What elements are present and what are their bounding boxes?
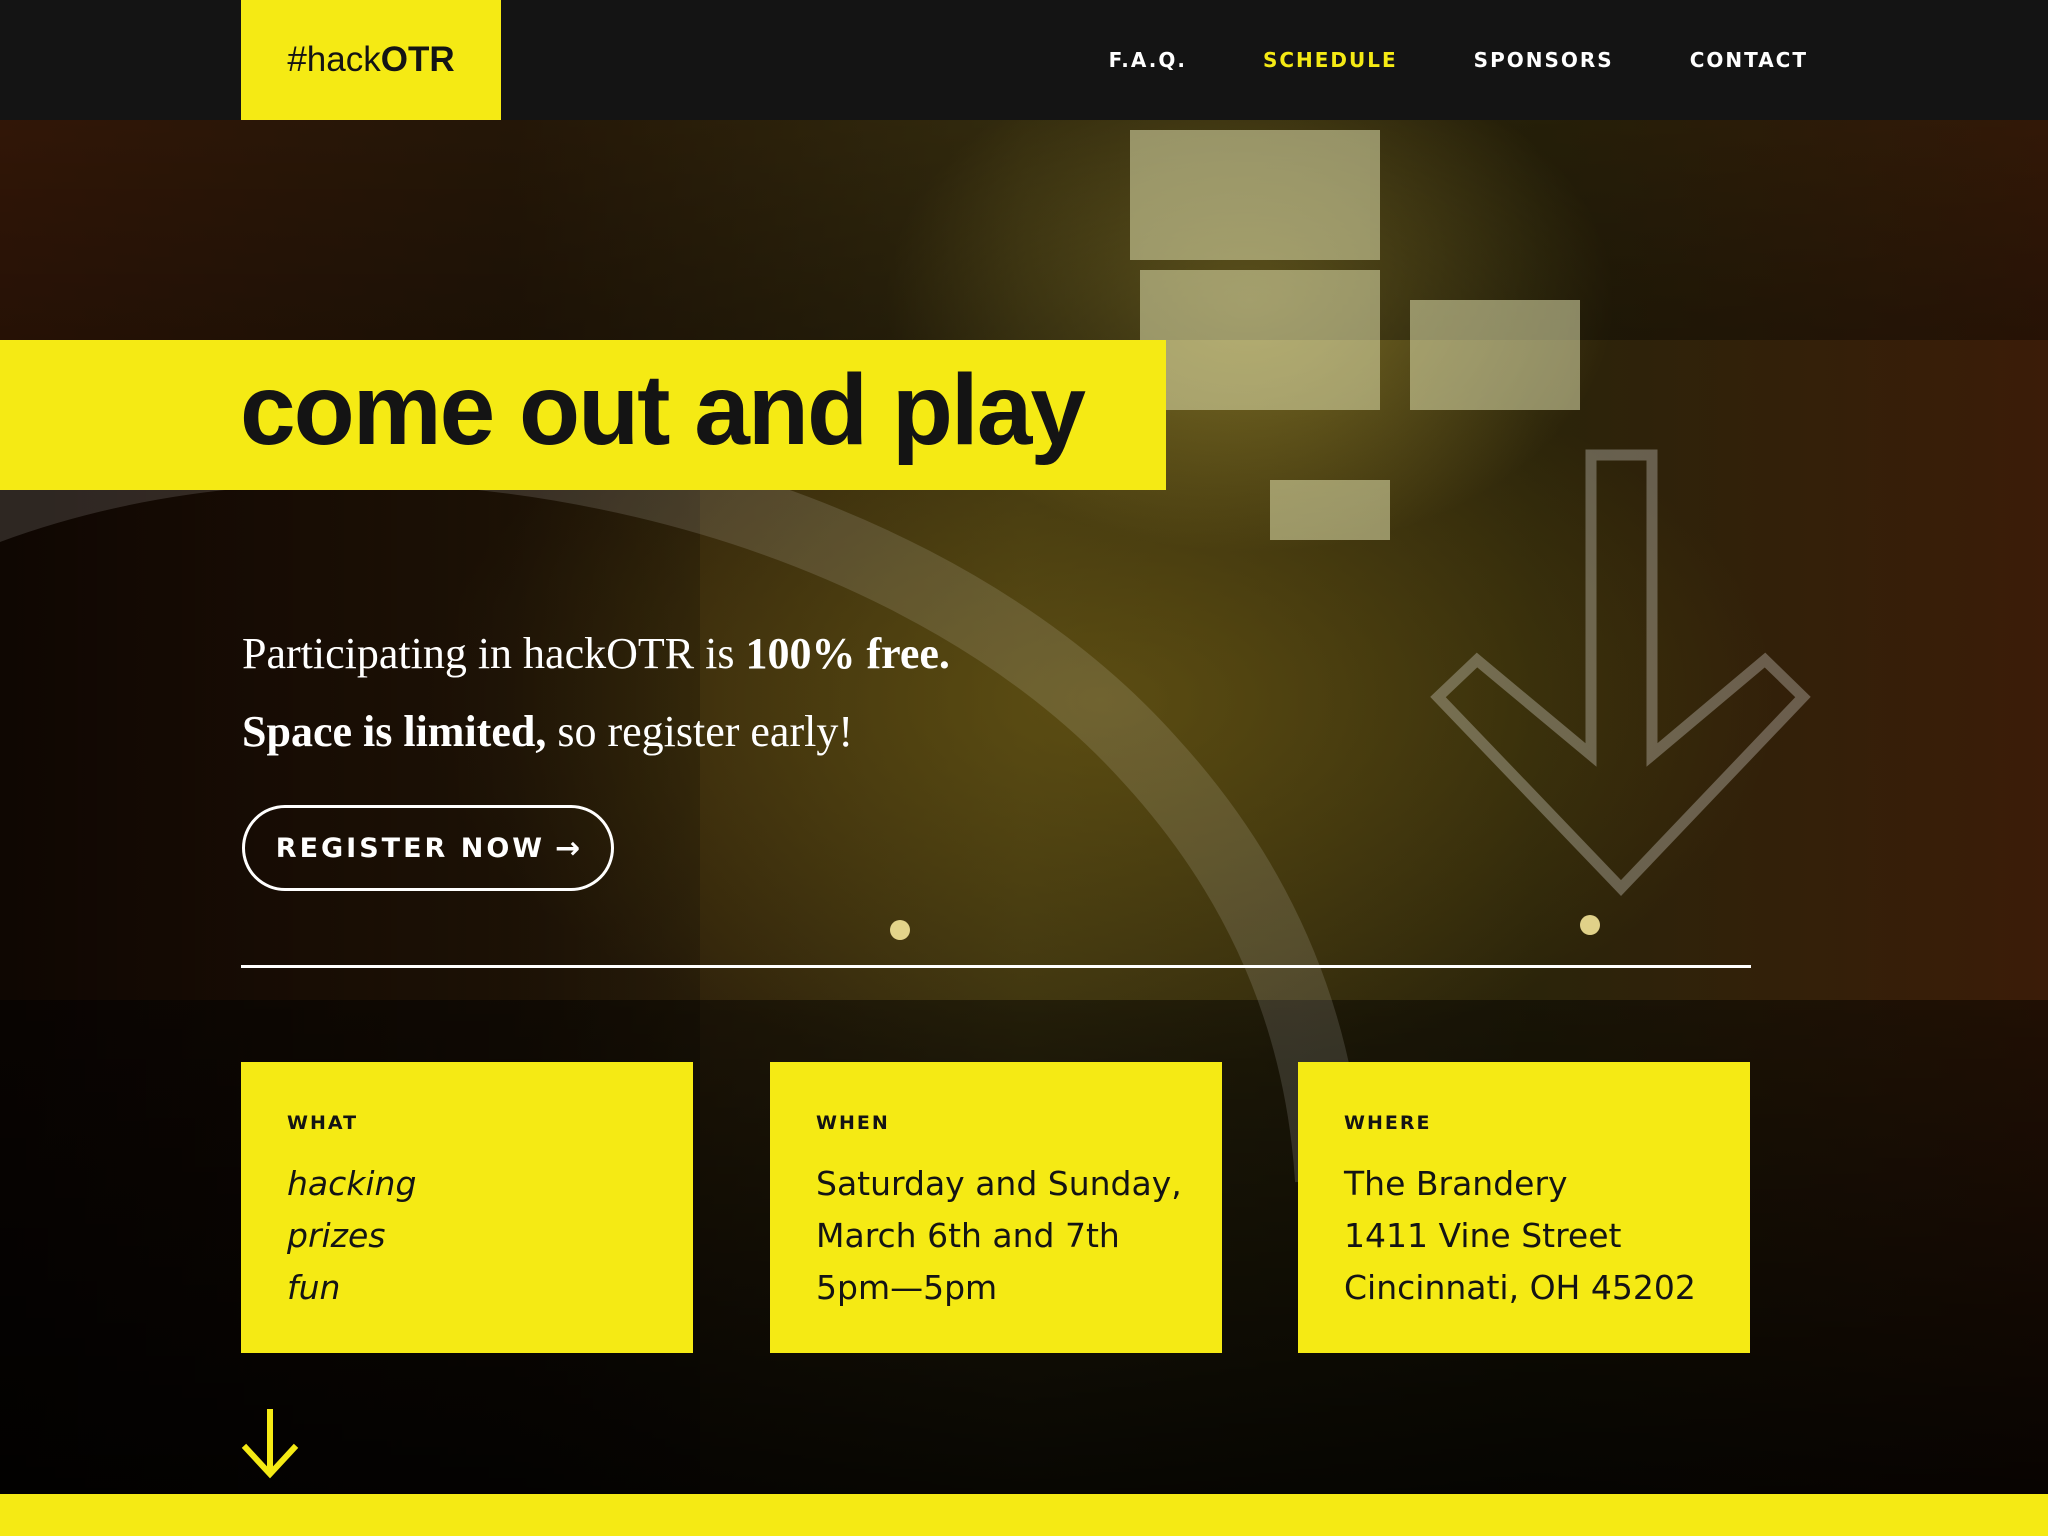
hero-divider <box>241 965 1751 968</box>
card-when: WHEN Saturday and Sunday, March 6th and … <box>770 1062 1222 1353</box>
site-logo[interactable]: #hack OTR <box>241 0 501 120</box>
card-what-line: fun <box>287 1268 341 1307</box>
top-navbar: #hack OTR F.A.Q. SCHEDULE SPONSORS CONTAC… <box>0 0 2048 120</box>
nav-item-contact[interactable]: CONTACT <box>1690 48 1808 72</box>
main-nav: F.A.Q. SCHEDULE SPONSORS CONTACT <box>1033 0 1808 120</box>
logo-prefix: #hack <box>287 40 381 79</box>
nav-item-sponsors[interactable]: SPONSORS <box>1474 48 1614 72</box>
card-when-line: 5pm—5pm <box>816 1268 998 1307</box>
nav-item-schedule[interactable]: SCHEDULE <box>1263 48 1398 72</box>
register-now-label: REGISTER NOW <box>275 832 546 864</box>
card-what-line: prizes <box>287 1216 386 1255</box>
card-when-line: March 6th and 7th <box>816 1216 1120 1255</box>
arrow-down-icon[interactable] <box>240 1408 300 1480</box>
nav-item-faq[interactable]: F.A.Q. <box>1109 48 1187 72</box>
card-when-title: WHEN <box>816 1112 890 1134</box>
intro-line-2: Space is limited, so register early! <box>242 693 1142 771</box>
card-when-line: Saturday and Sunday, <box>816 1164 1182 1203</box>
intro-line-1-text: Participating in hackOTR is <box>242 629 746 678</box>
card-what-title: WHAT <box>287 1112 359 1134</box>
intro-line-2-bold: Space is limited, <box>242 707 547 756</box>
register-now-button[interactable]: REGISTER NOW → <box>242 805 614 891</box>
intro-line-1-bold: 100% free. <box>745 629 950 678</box>
card-where-line: 1411 Vine Street <box>1344 1216 1622 1255</box>
card-where: WHERE The Brandery 1411 Vine Street Cinc… <box>1298 1062 1750 1353</box>
card-what: WHAT hacking prizes fun <box>241 1062 693 1353</box>
card-where-line: Cincinnati, OH 45202 <box>1344 1268 1696 1307</box>
intro-line-1: Participating in hackOTR is 100% free. <box>242 615 1142 693</box>
hero-intro: Participating in hackOTR is 100% free. S… <box>242 615 1142 771</box>
hero-headline: come out and play <box>240 354 1086 466</box>
card-where-title: WHERE <box>1344 1112 1432 1134</box>
footer-accent-bar <box>0 1494 2048 1536</box>
arrow-right-icon: → <box>555 830 581 866</box>
intro-line-2-text: so register early! <box>546 707 853 756</box>
logo-strong: OTR <box>380 40 455 79</box>
large-arrow-down-outline-icon <box>1430 449 1811 896</box>
card-what-line: hacking <box>287 1164 417 1203</box>
card-where-line: The Brandery <box>1344 1164 1568 1203</box>
